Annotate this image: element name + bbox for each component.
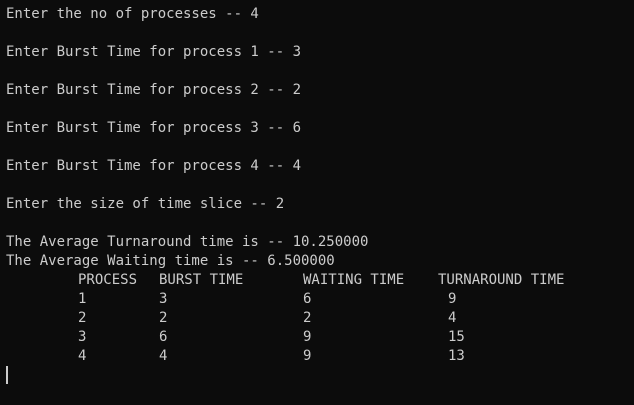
cell-process: 3 <box>78 329 87 345</box>
cell-waiting-time: 9 <box>303 348 312 364</box>
header-burst-time: BURST TIME <box>159 272 244 288</box>
header-waiting-time: WAITING TIME <box>303 272 405 288</box>
cell-burst-time: 6 <box>159 329 168 345</box>
header-process: PROCESS <box>78 272 138 288</box>
cell-turnaround-time: 13 <box>448 348 465 364</box>
cell-turnaround-time: 15 <box>448 329 465 345</box>
cell-waiting-time: 2 <box>303 310 312 326</box>
cell-process: 4 <box>78 348 87 364</box>
prompt-burst-2: Enter Burst Time for process 2 -- 2 <box>6 82 302 98</box>
header-turnaround-time: TURNAROUND TIME <box>438 272 565 288</box>
cell-burst-time: 4 <box>159 348 168 364</box>
avg-turnaround-line: The Average Turnaround time is -- 10.250… <box>6 234 369 250</box>
prompt-burst-1: Enter Burst Time for process 1 -- 3 <box>6 44 302 60</box>
terminal-window[interactable]: Enter the no of processes -- 4 Enter Bur… <box>0 0 634 405</box>
text-cursor <box>6 366 8 384</box>
cell-process: 1 <box>78 291 87 307</box>
prompt-time-slice: Enter the size of time slice -- 2 <box>6 196 285 212</box>
cell-waiting-time: 9 <box>303 329 312 345</box>
avg-waiting-line: The Average Waiting time is -- 6.500000 <box>6 253 335 269</box>
cell-burst-time: 2 <box>159 310 168 326</box>
prompt-process-count: Enter the no of processes -- 4 <box>6 6 259 22</box>
prompt-burst-3: Enter Burst Time for process 3 -- 6 <box>6 120 302 136</box>
prompt-burst-4: Enter Burst Time for process 4 -- 4 <box>6 158 302 174</box>
cell-process: 2 <box>78 310 87 326</box>
cell-turnaround-time: 4 <box>448 310 457 326</box>
cell-waiting-time: 6 <box>303 291 312 307</box>
cell-turnaround-time: 9 <box>448 291 457 307</box>
cell-burst-time: 3 <box>159 291 168 307</box>
